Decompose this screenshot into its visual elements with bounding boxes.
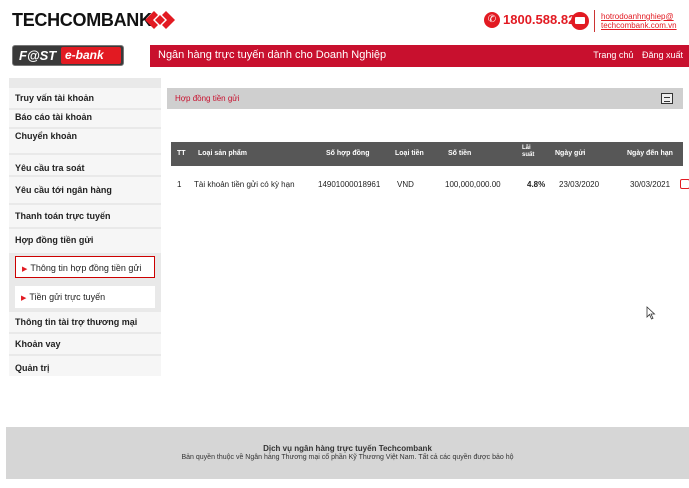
sidebar-item-transfer[interactable]: Chuyển khoản — [9, 129, 161, 153]
sidebar-item-account-inquiry[interactable]: Truy vấn tài khoản — [9, 88, 161, 108]
mail-icon[interactable] — [571, 12, 589, 30]
submenu-label: Thông tin hợp đồng tiền gửi — [30, 263, 142, 273]
sidebar-item-deposit-contract[interactable]: Hợp đồng tiền gửi — [9, 229, 161, 253]
cell-maturity-date: 30/03/2021 — [630, 180, 671, 189]
submenu-item-deposit-contract-info[interactable]: ▶ Thông tin hợp đồng tiền gửi — [15, 256, 155, 278]
cell-amount: 100,000,000.00 — [445, 180, 501, 189]
print-icon[interactable] — [661, 93, 673, 104]
table-row[interactable]: 1 Tài khoản tiền gửi có kỳ hạn 149010000… — [171, 171, 683, 189]
col-header-maturity-date: Ngày đến hạn — [627, 150, 673, 157]
footer: Dịch vụ ngân hàng trực tuyến Techcombank… — [6, 427, 689, 479]
sidebar-item-account-report[interactable]: Báo cáo tài khoản — [9, 110, 161, 127]
sidebar-item-investigation-request[interactable]: Yêu cầu tra soát — [9, 155, 161, 175]
detail-icon[interactable] — [680, 179, 689, 189]
col-header-index: TT — [177, 150, 186, 157]
cell-deposit-date: 23/03/2020 — [559, 180, 600, 189]
techcombank-logo-icon — [145, 11, 175, 29]
mouse-cursor-icon — [646, 306, 656, 320]
top-nav: Trang chủ Đăng xuất — [587, 50, 683, 60]
phone-icon: ✆ — [484, 12, 500, 28]
section-header: Hợp đồng tiền gửi — [167, 88, 683, 109]
email-line-2: techcombank.com.vn — [601, 21, 677, 30]
sidebar-item-administration[interactable]: Quản trị — [9, 356, 161, 376]
sidebar-item-online-payment[interactable]: Thanh toán trực tuyến — [9, 205, 161, 227]
logo-fast-text: F@ST — [19, 48, 57, 63]
bank-logo-text: TECHCOMBANK — [12, 10, 152, 30]
cell-interest-rate: 4.8% — [527, 180, 546, 189]
main-content: Hợp đồng tiền gửi TT Loại sản phẩm Số hợ… — [167, 84, 689, 384]
top-header: TECHCOMBANK ✆ 1800.588.822 hotrodoanhngh… — [0, 0, 689, 42]
nav-logout-link[interactable]: Đăng xuất — [642, 50, 683, 60]
col-header-interest-rate: Lãi suất — [522, 145, 535, 158]
fast-ebank-bar: F@ST e-bank Ngân hàng trực tuyến dành ch… — [0, 43, 689, 69]
title-band: Ngân hàng trực tuyến dành cho Doanh Nghi… — [150, 45, 689, 67]
col-header-amount: Số tiền — [448, 150, 472, 157]
arrow-right-icon: ▶ — [22, 266, 28, 273]
submenu-item-online-deposit[interactable]: ▶ Tiền gửi trực tuyến — [15, 286, 155, 308]
cell-product: Tài khoản tiền gửi có kỳ hạn — [194, 180, 295, 189]
table-header: TT Loại sản phẩm Số hợp đồng Loại tiền S… — [171, 142, 683, 166]
col-header-contract-no: Số hợp đồng — [326, 150, 370, 157]
fast-ebank-logo: F@ST e-bank — [12, 45, 124, 66]
logo-ebank-text: e-bank — [61, 47, 121, 64]
service-title: Ngân hàng trực tuyến dành cho Doanh Nghi… — [158, 49, 387, 61]
sidebar-item-bank-request[interactable]: Yêu cầu tới ngân hàng — [9, 177, 161, 203]
footer-title: Dịch vụ ngân hàng trực tuyến Techcombank — [263, 444, 432, 453]
sidebar-menu: Truy vấn tài khoản Báo cáo tài khoản Chu… — [9, 78, 161, 376]
cell-index: 1 — [177, 180, 182, 189]
support-email-link[interactable]: hotrodoanhnghiep@ techcombank.com.vn — [601, 12, 677, 30]
arrow-right-icon: ▶ — [21, 295, 27, 302]
cell-currency: VND — [397, 180, 414, 189]
cell-contract-no: 14901000018961 — [318, 180, 381, 189]
header-divider — [594, 10, 595, 32]
sidebar-item-loan[interactable]: Khoản vay — [9, 334, 161, 354]
nav-home-link[interactable]: Trang chủ — [593, 50, 633, 60]
email-line-1: hotrodoanhnghiep@ — [601, 12, 674, 21]
col-header-deposit-date: Ngày gửi — [555, 150, 586, 157]
sidebar-item-trade-finance[interactable]: Thông tin tài trợ thương mại — [9, 312, 161, 332]
deposit-submenu: ▶ Thông tin hợp đồng tiền gửi ▶ Tiền gửi t… — [9, 254, 161, 308]
section-title: Hợp đồng tiền gửi — [175, 94, 240, 103]
footer-copyright: Bản quyền thuộc về Ngân hàng Thương mại … — [181, 454, 514, 461]
submenu-label: Tiền gửi trực tuyến — [29, 292, 106, 302]
col-header-product: Loại sản phẩm — [198, 150, 248, 157]
col-header-currency: Loại tiền — [395, 150, 424, 157]
